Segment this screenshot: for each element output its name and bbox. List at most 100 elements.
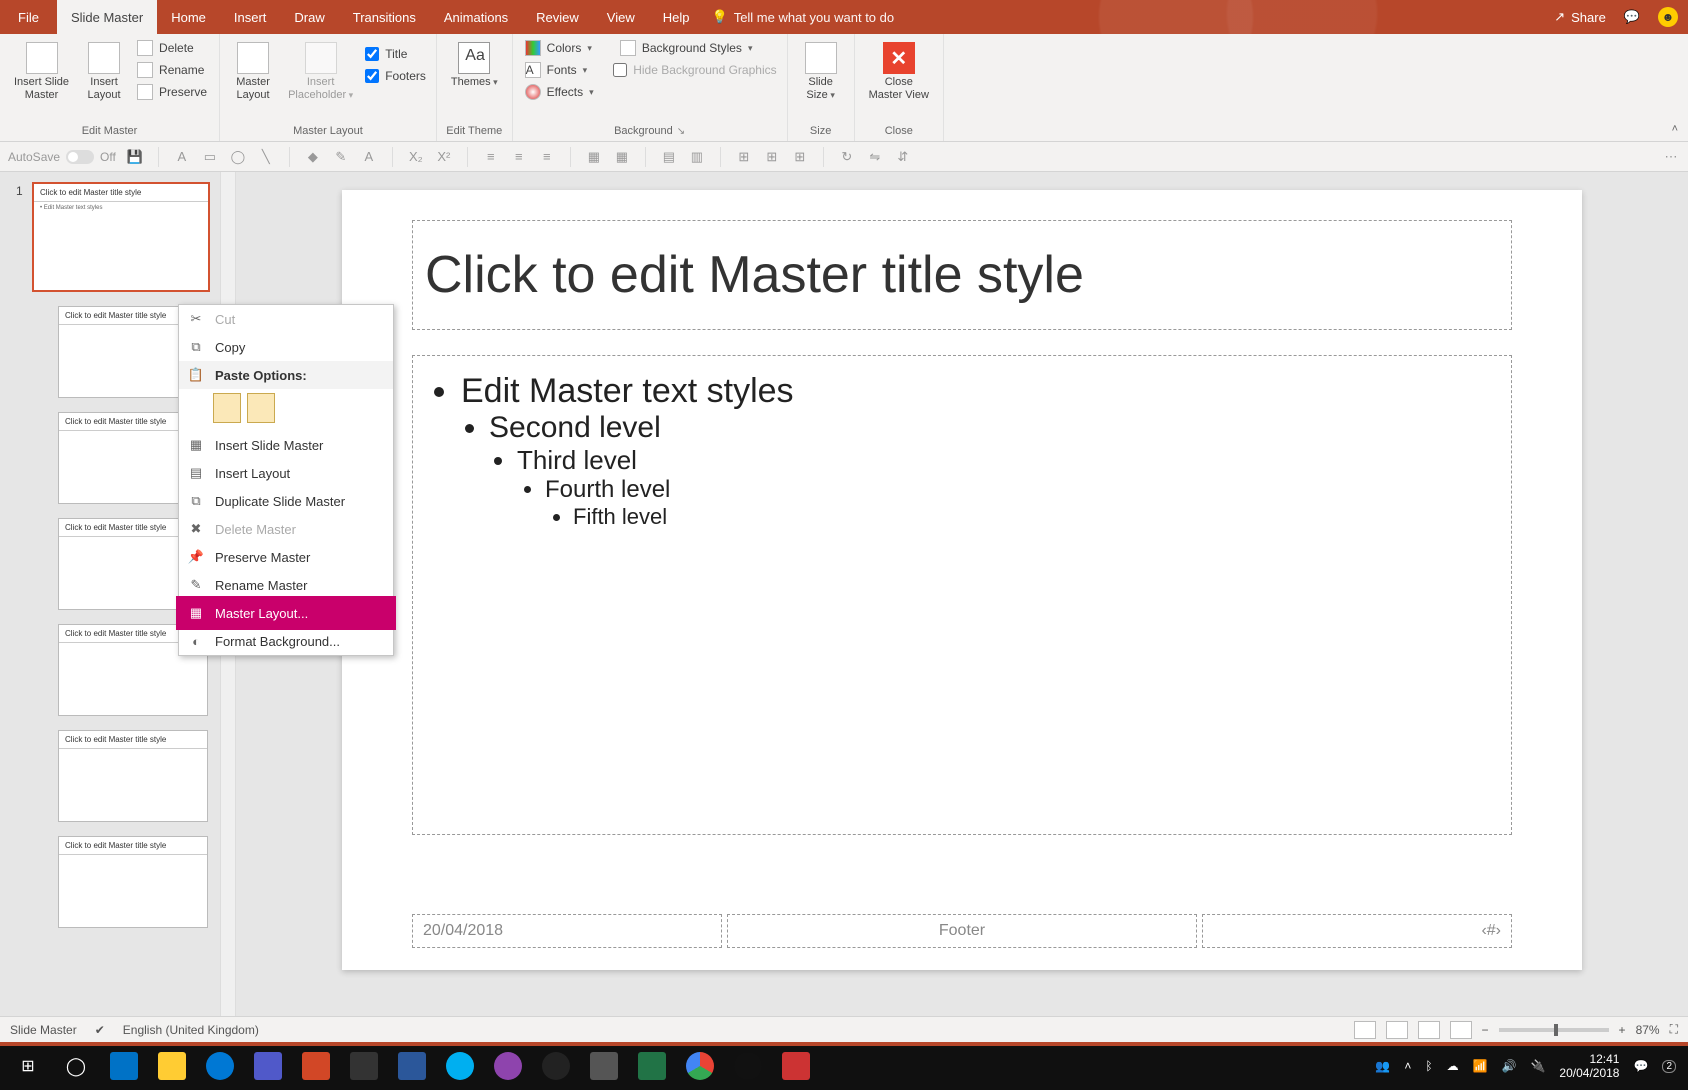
taskbar-skype[interactable] [436, 1046, 484, 1086]
rectangle-shape-icon[interactable]: ▭ [201, 148, 219, 166]
ctx-cut[interactable]: ✂Cut [179, 305, 393, 333]
flip-h-icon[interactable]: ⇋ [866, 148, 884, 166]
taskbar-explorer[interactable] [148, 1046, 196, 1086]
textbox-icon[interactable]: A [173, 148, 191, 166]
tab-transitions[interactable]: Transitions [339, 0, 430, 34]
title-checkbox[interactable]: Title [363, 44, 428, 64]
status-language[interactable]: English (United Kingdom) [123, 1023, 259, 1037]
effects-button[interactable]: Effects [521, 82, 598, 102]
notification-count[interactable]: 2 [1662, 1060, 1676, 1073]
flip-v-icon[interactable]: ⇵ [894, 148, 912, 166]
slide-size-button[interactable]: Slide Size [796, 38, 846, 106]
taskbar-app3[interactable] [724, 1046, 772, 1086]
ctx-insert-layout[interactable]: ▤Insert Layout [179, 459, 393, 487]
taskbar-word[interactable] [388, 1046, 436, 1086]
superscript-icon[interactable]: X² [435, 148, 453, 166]
account-smiley-icon[interactable]: ☻ [1658, 7, 1678, 27]
taskbar-powerpoint[interactable] [292, 1046, 340, 1086]
reading-view-button[interactable] [1418, 1021, 1440, 1039]
arrange-icon[interactable]: ▦ [585, 148, 603, 166]
preserve-button[interactable]: Preserve [133, 82, 211, 102]
slide-number-placeholder[interactable]: ‹#› [1202, 914, 1512, 948]
taskbar-edge[interactable] [196, 1046, 244, 1086]
master-thumbnail[interactable]: 1 Click to edit Master title style • Edi… [32, 182, 210, 292]
insert-layout-button[interactable]: Insert Layout [79, 38, 129, 106]
collapse-ribbon-button[interactable]: ˄ [1672, 123, 1678, 135]
line-shape-icon[interactable]: ╲ [257, 148, 275, 166]
footer-placeholder[interactable]: Footer [727, 914, 1197, 948]
align-left-icon[interactable]: ≡ [482, 148, 500, 166]
date-placeholder[interactable]: 20/04/2018 [412, 914, 722, 948]
share-button[interactable]: ↗ Share [1554, 9, 1606, 25]
align-center-icon[interactable]: ≡ [510, 148, 528, 166]
rename-button[interactable]: Rename [133, 60, 211, 80]
ctx-master-layout[interactable]: ▦Master Layout... [179, 599, 393, 627]
distribute-h-icon[interactable]: ⊞ [763, 148, 781, 166]
tab-view[interactable]: View [593, 0, 649, 34]
shape-outline-icon[interactable]: ✎ [332, 148, 350, 166]
autosave-toggle[interactable]: AutoSave Off [8, 150, 116, 164]
rotate-icon[interactable]: ↻ [838, 148, 856, 166]
footers-check-input[interactable] [365, 69, 379, 83]
delete-button[interactable]: Delete [133, 38, 211, 58]
tab-review[interactable]: Review [522, 0, 593, 34]
save-icon[interactable]: 💾 [126, 148, 144, 166]
ctx-duplicate[interactable]: ⧉Duplicate Slide Master [179, 487, 393, 515]
zoom-slider[interactable] [1499, 1028, 1609, 1032]
colors-button[interactable]: Colors [521, 38, 596, 58]
align-objects-icon[interactable]: ⊞ [735, 148, 753, 166]
font-color-icon[interactable]: A [360, 148, 378, 166]
taskbar-app4[interactable] [772, 1046, 820, 1086]
master-layout-button[interactable]: Master Layout [228, 38, 278, 106]
taskbar-outlook[interactable] [100, 1046, 148, 1086]
tab-draw[interactable]: Draw [280, 0, 338, 34]
bring-forward-icon[interactable]: ▤ [660, 148, 678, 166]
oval-shape-icon[interactable]: ◯ [229, 148, 247, 166]
bg-dialog-launcher[interactable]: ↘ [677, 126, 685, 137]
ctx-format-background[interactable]: ◐Format Background... [179, 627, 393, 655]
hide-bg-input[interactable] [613, 63, 627, 77]
power-icon[interactable]: 🔌 [1530, 1059, 1545, 1073]
ctx-insert-slide-master[interactable]: ▦Insert Slide Master [179, 431, 393, 459]
group-icon[interactable]: ▦ [613, 148, 631, 166]
title-check-input[interactable] [365, 47, 379, 61]
people-icon[interactable]: 👥 [1375, 1059, 1390, 1073]
tab-animations[interactable]: Animations [430, 0, 522, 34]
taskbar-calculator[interactable] [340, 1046, 388, 1086]
themes-button[interactable]: Aa Themes [445, 38, 504, 93]
bluetooth-icon[interactable]: ᛒ [1425, 1059, 1432, 1073]
tray-chevron-icon[interactable]: ˄ [1404, 1059, 1411, 1073]
paste-option-keep[interactable] [247, 393, 275, 423]
send-backward-icon[interactable]: ▥ [688, 148, 706, 166]
paste-option-theme[interactable] [213, 393, 241, 423]
taskbar-clock[interactable]: 12:41 20/04/2018 [1559, 1052, 1619, 1080]
zoom-level[interactable]: 87% [1636, 1023, 1660, 1037]
zoom-in-button[interactable]: + [1619, 1023, 1626, 1037]
insert-placeholder-button[interactable]: Insert Placeholder [282, 38, 359, 106]
start-button[interactable]: ⊞ [4, 1042, 52, 1090]
normal-view-button[interactable] [1354, 1021, 1376, 1039]
distribute-v-icon[interactable]: ⊞ [791, 148, 809, 166]
ctx-delete-master[interactable]: ✖Delete Master [179, 515, 393, 543]
ctx-preserve[interactable]: 📌Preserve Master [179, 543, 393, 571]
taskbar-app1[interactable] [532, 1046, 580, 1086]
onedrive-icon[interactable]: ☁ [1447, 1059, 1459, 1073]
shape-fill-icon[interactable]: ◆ [304, 148, 322, 166]
tab-file[interactable]: File [0, 0, 57, 34]
tell-me[interactable]: 💡 Tell me what you want to do [712, 0, 895, 34]
close-master-view-button[interactable]: ✕ Close Master View [863, 38, 935, 106]
insert-slide-master-button[interactable]: Insert Slide Master [8, 38, 75, 106]
taskbar-excel[interactable] [628, 1046, 676, 1086]
align-right-icon[interactable]: ≡ [538, 148, 556, 166]
footers-checkbox[interactable]: Footers [363, 66, 428, 86]
body-placeholder[interactable]: Edit Master text styles Second level Thi… [412, 355, 1512, 835]
bg-styles-button[interactable]: Background Styles [616, 38, 757, 58]
taskbar-chrome[interactable] [676, 1046, 724, 1086]
tab-help[interactable]: Help [649, 0, 704, 34]
spellcheck-icon[interactable]: ✔ [95, 1023, 105, 1037]
taskbar-app2[interactable] [580, 1046, 628, 1086]
title-placeholder[interactable]: Click to edit Master title style [412, 220, 1512, 330]
network-icon[interactable]: 📶 [1473, 1059, 1488, 1073]
cortana-button[interactable]: ◯ [52, 1042, 100, 1090]
zoom-out-button[interactable]: − [1482, 1023, 1489, 1037]
